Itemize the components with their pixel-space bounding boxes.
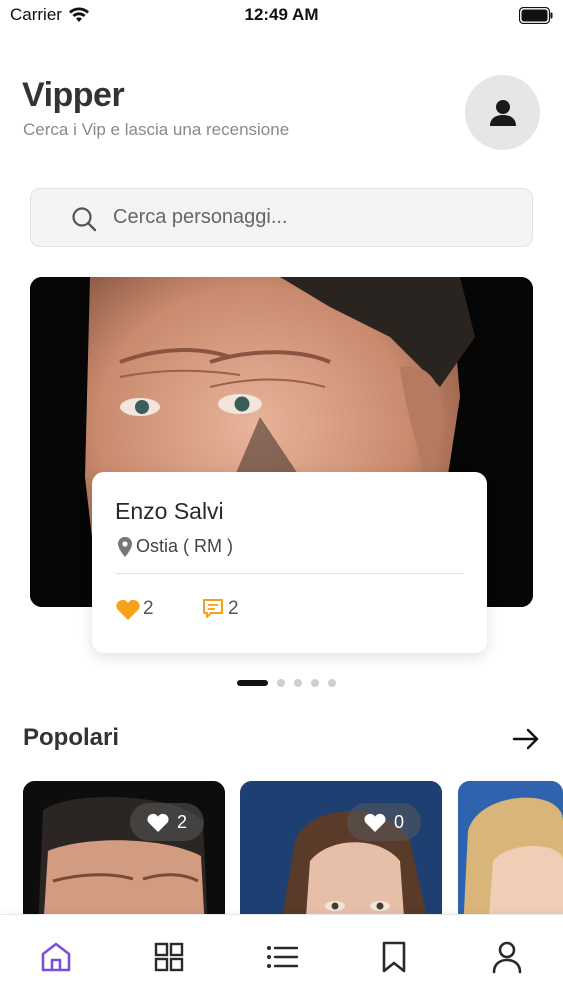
heart-icon: [147, 813, 169, 832]
pager-dot-active[interactable]: [237, 680, 268, 686]
search-bar[interactable]: [30, 188, 533, 247]
app-subtitle: Cerca i Vip e lascia una recensione: [23, 120, 290, 139]
location-pin-icon: [118, 536, 132, 557]
popular-photo: [240, 781, 442, 931]
heart-icon: [116, 599, 140, 620]
tab-profile[interactable]: [487, 937, 527, 977]
featured-comments[interactable]: 2: [202, 598, 239, 620]
profile-button[interactable]: [465, 75, 540, 150]
tab-categories[interactable]: [149, 937, 189, 977]
search-input[interactable]: [113, 189, 513, 246]
tab-home[interactable]: [36, 937, 76, 977]
like-count: 2: [176, 811, 187, 832]
carousel-pager: [237, 679, 336, 687]
pager-dot[interactable]: [311, 679, 319, 687]
tab-bar: [0, 914, 563, 1000]
popular-photo: [458, 781, 563, 931]
popular-photo: [23, 781, 225, 931]
clock: 12:49 AM: [244, 5, 319, 24]
home-icon: [41, 942, 71, 972]
tab-list[interactable]: [262, 937, 302, 977]
featured-likes[interactable]: 2: [116, 598, 154, 620]
featured-location: Ostia ( RM ): [118, 536, 233, 557]
featured-likes-count: 2: [143, 598, 154, 619]
search-icon: [72, 207, 97, 232]
user-icon: [489, 99, 516, 126]
arrow-right-icon[interactable]: [511, 724, 541, 754]
like-count: 0: [393, 811, 404, 832]
pager-dot[interactable]: [328, 679, 336, 687]
app-title: Vipper: [22, 76, 125, 114]
popular-card[interactable]: 0: [240, 781, 442, 931]
featured-info-card[interactable]: Enzo Salvi Ostia ( RM ) 2 2: [92, 472, 487, 653]
pager-dot[interactable]: [277, 679, 285, 687]
heart-icon: [364, 813, 386, 832]
status-bar: Carrier 12:49 AM: [0, 0, 563, 32]
featured-name: Enzo Salvi: [115, 498, 224, 524]
location-label: Ostia ( RM ): [136, 536, 233, 556]
user-icon: [492, 941, 522, 974]
tab-saved[interactable]: [374, 937, 414, 977]
battery-icon: [519, 7, 553, 24]
like-badge[interactable]: 0: [347, 803, 421, 841]
featured-comments-count: 2: [228, 598, 239, 619]
bookmark-icon: [382, 941, 406, 973]
comment-icon: [203, 599, 223, 618]
pager-dot[interactable]: [294, 679, 302, 687]
popular-section-title: Popolari: [23, 724, 120, 751]
popular-card[interactable]: [458, 781, 563, 931]
divider: [115, 573, 464, 574]
list-icon: [267, 946, 299, 968]
popular-card[interactable]: 2: [23, 781, 225, 931]
like-badge[interactable]: 2: [130, 803, 204, 841]
grid-icon: [154, 942, 184, 972]
